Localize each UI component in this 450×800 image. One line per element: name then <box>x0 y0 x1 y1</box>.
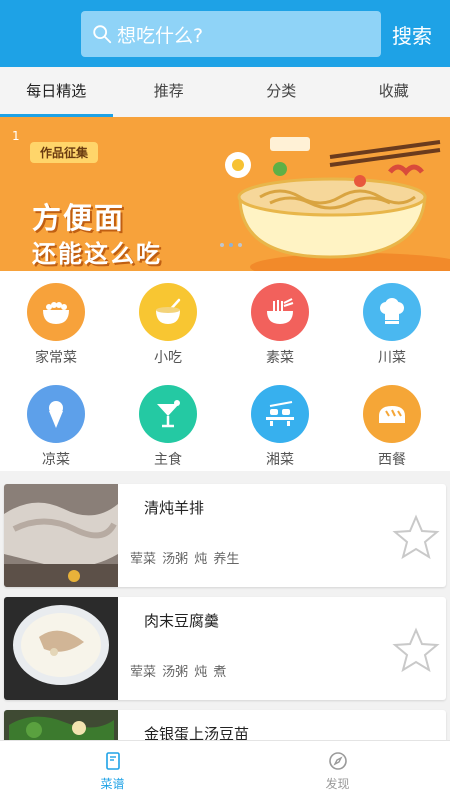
compass-icon <box>328 752 347 770</box>
category-home-style[interactable]: 家常菜 <box>0 283 112 367</box>
tab-favorites[interactable]: 收藏 <box>338 67 450 117</box>
category-snacks[interactable]: 小吃 <box>112 283 224 367</box>
category-label: 家常菜 <box>35 350 77 366</box>
category-western[interactable]: 西餐 <box>336 385 448 469</box>
category-label: 主食 <box>154 452 182 468</box>
banner-index: 1 <box>12 129 20 143</box>
noodle-bowl-illustration <box>225 137 450 271</box>
pagination-dot <box>220 243 224 247</box>
recipe-card[interactable]: 肉末豆腐羹 荤菜 汤粥 炖 煮 <box>4 597 446 700</box>
rice-bowl-icon <box>27 283 85 341</box>
tab-daily-picks[interactable]: 每日精选 <box>0 67 113 117</box>
bread-icon <box>363 385 421 443</box>
category-label: 凉菜 <box>42 452 70 468</box>
bottom-navigation: 菜谱 发现 <box>0 740 450 800</box>
search-button[interactable]: 搜索 <box>392 20 432 49</box>
top-bar: 想吃什么? 搜索 <box>0 0 450 67</box>
category-cold-dishes[interactable]: 凉菜 <box>0 385 112 469</box>
banner-pagination <box>220 243 242 247</box>
tab-recommended[interactable]: 推荐 <box>113 67 226 117</box>
recipe-tags: 荤菜 汤粥 炖 养生 <box>130 552 240 567</box>
category-label: 素菜 <box>266 350 294 366</box>
nav-recipes[interactable]: 菜谱 <box>0 741 225 800</box>
category-label: 西餐 <box>378 452 406 468</box>
ice-cream-icon <box>27 385 85 443</box>
sushi-plate-icon <box>251 385 309 443</box>
favorite-star-icon[interactable] <box>392 627 440 673</box>
noodle-bowl-icon <box>251 283 309 341</box>
tab-categories[interactable]: 分类 <box>225 67 338 117</box>
recipe-title: 清炖羊排 <box>144 499 205 517</box>
promo-banner[interactable]: 1 作品征集 方便面 还能这么吃 <box>0 117 450 271</box>
category-sichuan[interactable]: 川菜 <box>336 283 448 367</box>
banner-headline: 方便面 <box>32 201 126 235</box>
nav-label: 发现 <box>325 777 350 791</box>
search-input[interactable]: 想吃什么? <box>81 11 381 57</box>
recipe-tags: 荤菜 汤粥 炖 煮 <box>130 665 227 680</box>
snack-bowl-icon <box>139 283 197 341</box>
recipe-thumbnail <box>4 597 118 700</box>
pagination-dot <box>238 243 242 247</box>
nav-discover[interactable]: 发现 <box>225 741 450 800</box>
pagination-dot-active <box>229 243 233 247</box>
category-staple-food[interactable]: 主食 <box>112 385 224 469</box>
search-icon <box>93 25 112 44</box>
cocktail-icon <box>139 385 197 443</box>
banner-tag: 作品征集 <box>30 142 99 163</box>
nav-label: 菜谱 <box>100 777 125 791</box>
banner-subheadline: 还能这么吃 <box>32 240 162 268</box>
chef-hat-icon <box>363 283 421 341</box>
category-vegetarian[interactable]: 素菜 <box>224 283 336 367</box>
recipe-book-icon <box>105 752 120 770</box>
category-hunan[interactable]: 湘菜 <box>224 385 336 469</box>
search-placeholder: 想吃什么? <box>117 24 204 47</box>
category-grid: 家常菜 小吃 素菜 川菜 凉菜 主食 湘菜 西餐 <box>0 271 450 471</box>
recipe-title: 肉末豆腐羹 <box>144 612 220 630</box>
favorite-star-icon[interactable] <box>392 514 440 560</box>
category-label: 湘菜 <box>266 452 294 468</box>
recipe-card[interactable]: 清炖羊排 荤菜 汤粥 炖 养生 <box>4 484 446 587</box>
recipe-thumbnail <box>4 484 118 587</box>
category-label: 小吃 <box>154 350 182 366</box>
tab-bar: 每日精选 推荐 分类 收藏 <box>0 67 450 117</box>
category-label: 川菜 <box>378 350 406 366</box>
